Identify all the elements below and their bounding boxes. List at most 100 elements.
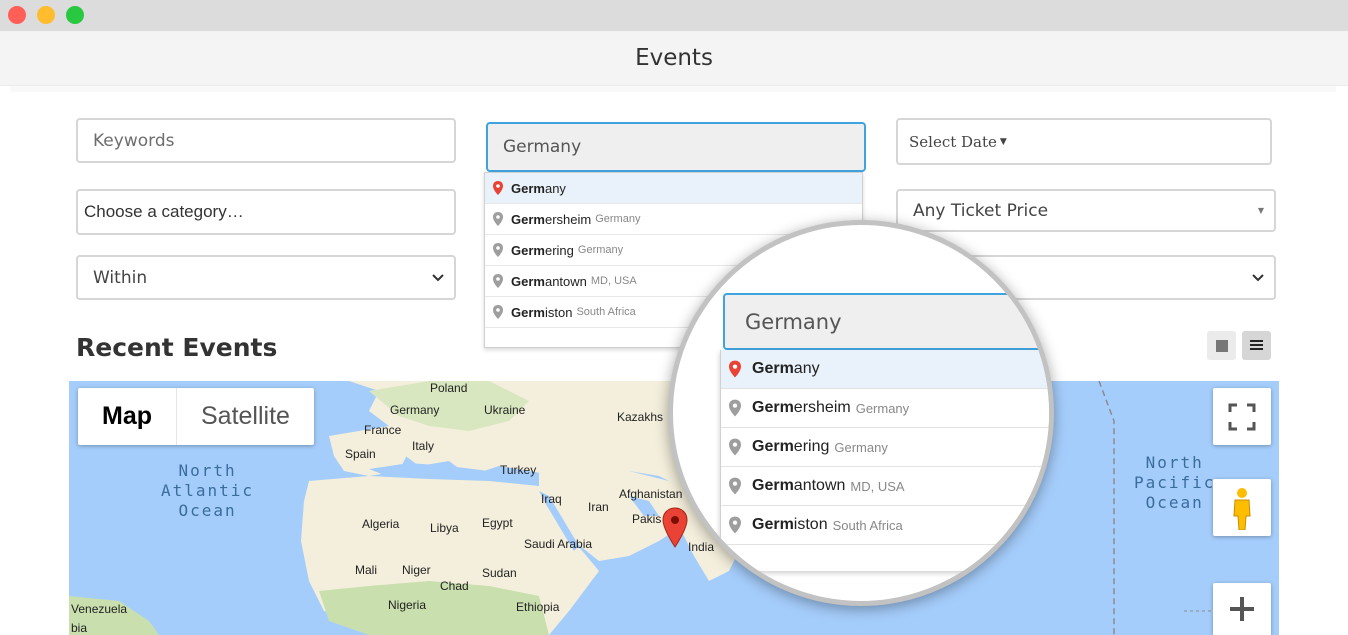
location-pin-icon: [493, 243, 503, 257]
suggestion-region: Germany: [834, 439, 888, 455]
map-label: Kazakhs: [617, 410, 664, 424]
street-view-button[interactable]: [1213, 479, 1271, 536]
suggestion-match: Germ: [752, 360, 794, 377]
map-type-control: Map Satellite: [78, 388, 314, 445]
within-label: Within: [93, 267, 148, 288]
minimize-window-button[interactable]: [37, 6, 55, 24]
category-placeholder: Choose a category…: [84, 202, 244, 221]
zoom-in-button[interactable]: [1213, 583, 1271, 635]
list-view-icon: [1250, 340, 1263, 350]
list-view-button[interactable]: [1242, 331, 1271, 360]
map-type-satellite-button[interactable]: Satellite: [177, 388, 314, 445]
ticket-price-label: Any Ticket Price: [913, 200, 1049, 221]
plus-icon: [1230, 597, 1254, 621]
suggestion-rest: ersheim: [544, 211, 592, 227]
map-type-map-button[interactable]: Map: [78, 388, 177, 445]
fullscreen-button[interactable]: [1213, 388, 1271, 445]
pegman-icon: [1233, 487, 1251, 530]
map-label: Saudi Arabia: [524, 537, 593, 551]
map-label: bia: [71, 621, 88, 635]
location-pin-icon: [493, 212, 503, 226]
suggestion-rest: any: [793, 360, 820, 377]
map-label: Algeria: [362, 517, 400, 531]
suggestion-match: Germ: [511, 273, 545, 289]
map-label: Ethiopia: [516, 600, 560, 614]
chevron-down-icon: [432, 271, 444, 285]
suggestion-region: South Africa: [576, 306, 636, 318]
keywords-input[interactable]: Keywords: [76, 118, 456, 163]
location-pin-icon: [729, 438, 741, 456]
date-select[interactable]: Select Date ▼: [896, 118, 1272, 165]
close-window-button[interactable]: [8, 6, 26, 24]
location-pin-icon: [493, 181, 503, 195]
map-label: Libya: [430, 521, 459, 535]
within-select[interactable]: Within: [76, 255, 456, 300]
suggestion-match: Germ: [511, 180, 545, 196]
suggestion-match: Germ: [752, 477, 794, 494]
suggestion-item[interactable]: Germ any: [721, 350, 1049, 389]
grid-view-button[interactable]: [1207, 331, 1236, 360]
map-label: Ukraine: [484, 403, 526, 417]
suggestion-rest: iston: [793, 516, 828, 533]
suggestion-rest: ersheim: [793, 399, 851, 416]
map-label: Spain: [345, 447, 376, 461]
suggestion-rest: antown: [544, 273, 587, 289]
grid-view-icon: [1215, 339, 1228, 352]
ocean-label-pacific: North Pacific Ocean: [1134, 453, 1216, 512]
suggestion-rest: ering: [793, 438, 830, 455]
location-pin-icon: [493, 274, 503, 288]
suggestion-match: Germ: [511, 242, 545, 258]
suggestion-match: Germ: [752, 516, 794, 533]
suggestion-item[interactable]: Germ iston South Africa: [721, 506, 1049, 545]
maximize-window-button[interactable]: [66, 6, 84, 24]
suggestion-region: MD, USA: [590, 275, 637, 287]
category-select[interactable]: Choose a category…: [76, 189, 456, 235]
suggestion-region: MD, USA: [850, 478, 905, 494]
suggestion-item[interactable]: Germ any: [485, 173, 862, 204]
map-label: Venezuela: [71, 602, 128, 616]
location-pin-icon: [729, 399, 741, 417]
suggestion-match: Germ: [752, 438, 794, 455]
suggestion-item[interactable]: Germ ersheim Germany: [721, 389, 1049, 428]
suggestion-rest: antown: [793, 477, 846, 494]
chevron-down-icon: [1252, 271, 1264, 285]
map-label: Egypt: [482, 516, 513, 530]
keywords-placeholder: Keywords: [93, 130, 175, 151]
suggestion-item[interactable]: Germ antown MD, USA: [721, 467, 1049, 506]
map-label: Nigeria: [388, 598, 427, 612]
map-label: Iran: [588, 500, 609, 514]
suggestion-match: Germ: [511, 304, 545, 320]
section-heading: Recent Events: [76, 333, 278, 362]
suggestion-match: Germ: [511, 211, 545, 227]
page-header: Events: [0, 31, 1348, 86]
header-divider: [10, 86, 1336, 92]
map-label: Poland: [430, 381, 468, 395]
location-input[interactable]: Germany: [486, 122, 866, 172]
location-pin-icon: [493, 305, 503, 319]
suggestion-item[interactable]: Germ ering Germany: [721, 428, 1049, 467]
date-caret-icon: ▼: [999, 136, 1007, 147]
magnified-location-value: Germany: [745, 309, 842, 334]
map-label: France: [364, 423, 402, 437]
map-label: Italy: [412, 439, 435, 453]
suggestion-region: Germany: [595, 213, 641, 225]
suggestion-region: Germany: [577, 244, 624, 256]
map-label: Germany: [390, 403, 440, 417]
map-label: Sudan: [482, 566, 517, 580]
suggestion-rest: iston: [544, 304, 573, 320]
magnifier-overlay: Germany Germ any Germ ersheim Germany Germ eri…: [668, 220, 1054, 606]
magnified-location-input: Germany: [723, 293, 1049, 350]
suggestion-rest: any: [544, 180, 566, 196]
location-pin-icon: [729, 516, 741, 534]
map-label: Niger: [402, 563, 431, 577]
suggestion-region: South Africa: [832, 517, 903, 533]
window-titlebar: [0, 0, 1348, 31]
date-select-label: Select Date: [909, 132, 997, 151]
suggestion-region: Germany: [855, 400, 910, 416]
location-value: Germany: [503, 137, 582, 157]
chevron-down-icon: ▼: [1257, 206, 1264, 215]
ocean-label-atlantic: North Atlantic Ocean: [161, 461, 255, 520]
page-title: Events: [635, 45, 713, 71]
location-pin-icon: [729, 477, 741, 495]
map-label: Turkey: [500, 463, 537, 477]
